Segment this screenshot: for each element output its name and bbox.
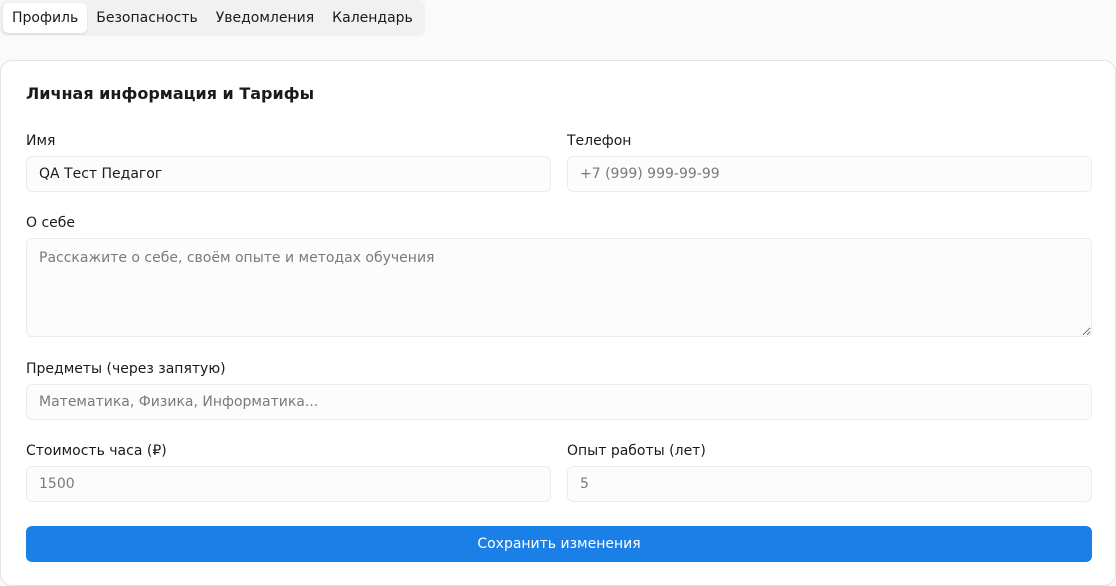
profile-card: Личная информация и Тарифы Имя Телефон О… <box>0 60 1116 586</box>
rate-input[interactable] <box>26 466 551 502</box>
settings-tabs: Профиль Безопасность Уведомления Календа… <box>0 0 425 36</box>
phone-input[interactable] <box>567 156 1092 192</box>
about-textarea[interactable] <box>26 238 1092 337</box>
name-input[interactable] <box>26 156 551 192</box>
tab-profile[interactable]: Профиль <box>3 3 88 33</box>
tab-notifications[interactable]: Уведомления <box>207 3 323 33</box>
subjects-label: Предметы (через запятую) <box>26 361 226 377</box>
tab-security[interactable]: Безопасность <box>87 3 206 33</box>
card-title: Личная информация и Тарифы <box>26 84 315 103</box>
subjects-input[interactable] <box>26 384 1092 420</box>
name-label: Имя <box>26 133 56 149</box>
save-button[interactable]: Сохранить изменения <box>26 526 1092 562</box>
rate-label: Стоимость часа (₽) <box>26 443 167 459</box>
phone-label: Телефон <box>567 133 632 149</box>
about-label: О себе <box>26 215 76 231</box>
tab-calendar[interactable]: Календарь <box>323 3 422 33</box>
experience-label: Опыт работы (лет) <box>567 443 706 459</box>
experience-input[interactable] <box>567 466 1092 502</box>
